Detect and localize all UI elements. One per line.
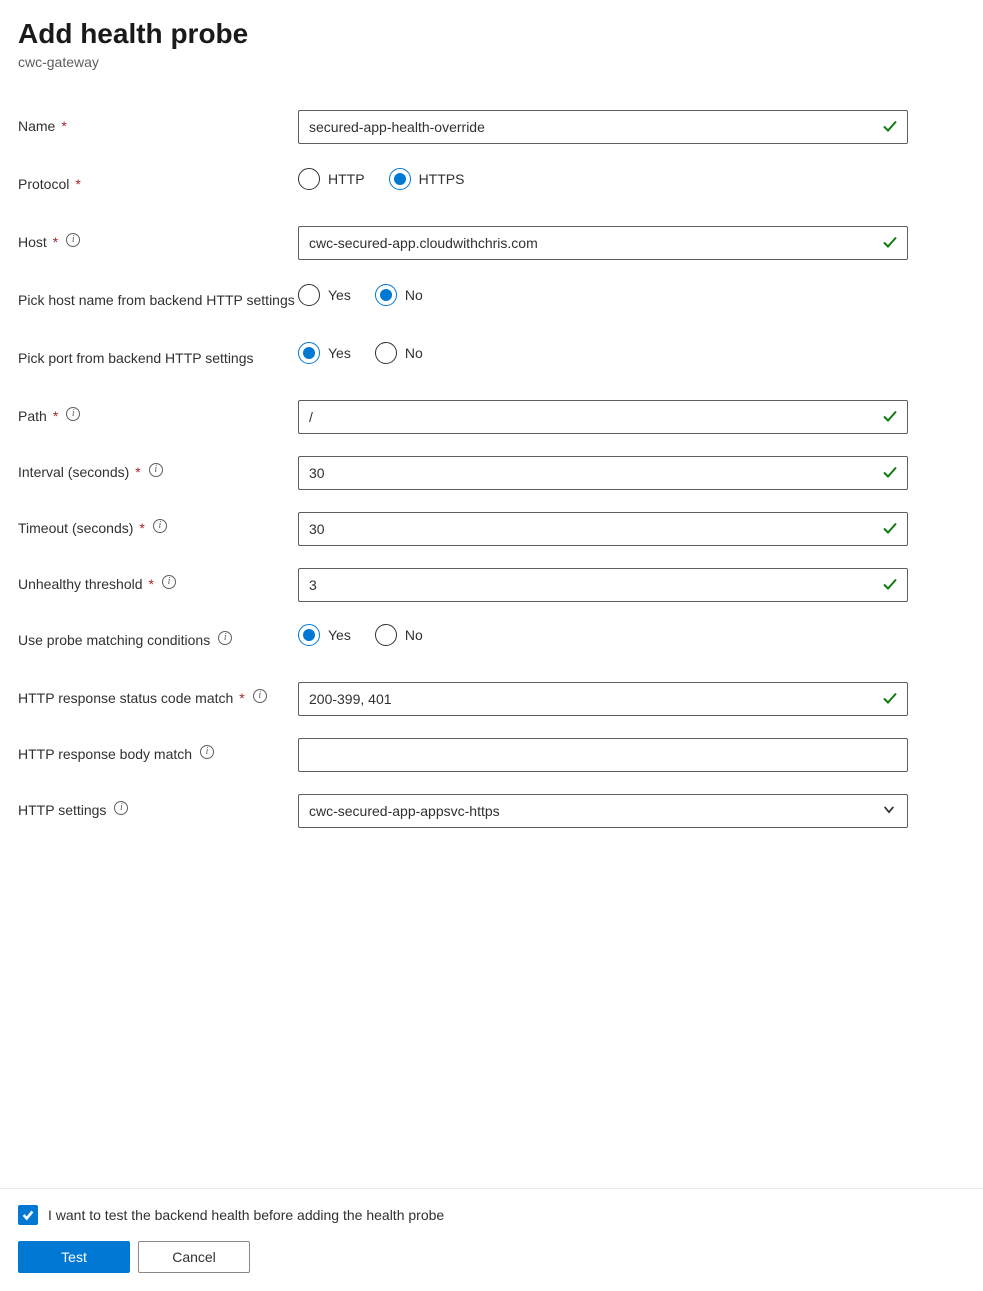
info-icon[interactable]: [253, 689, 267, 703]
label-name: Name*: [18, 110, 298, 136]
label-pick-port: Pick port from backend HTTP settings: [18, 342, 298, 368]
row-pick-host: Pick host name from backend HTTP setting…: [18, 284, 908, 320]
required-indicator: *: [53, 232, 58, 252]
required-indicator: *: [135, 462, 140, 482]
radio-icon: [298, 624, 320, 646]
pick-port-no-radio[interactable]: No: [375, 342, 423, 364]
required-indicator: *: [61, 116, 66, 136]
info-icon[interactable]: [114, 801, 128, 815]
label-unhealthy: Unhealthy threshold*: [18, 568, 298, 594]
row-body-match: HTTP response body match: [18, 738, 908, 774]
label-path: Path*: [18, 400, 298, 426]
form: Name* Protocol* HTTP HTTPS: [18, 110, 908, 830]
footer: I want to test the backend health before…: [0, 1188, 983, 1291]
test-checkbox-label: I want to test the backend health before…: [48, 1207, 444, 1223]
label-http-settings: HTTP settings: [18, 794, 298, 820]
label-host: Host*: [18, 226, 298, 252]
page-title: Add health probe: [18, 18, 965, 50]
row-pick-port: Pick port from backend HTTP settings Yes…: [18, 342, 908, 378]
row-interval: Interval (seconds)*: [18, 456, 908, 492]
required-indicator: *: [53, 406, 58, 426]
info-icon[interactable]: [66, 233, 80, 247]
status-code-match-input[interactable]: [298, 682, 908, 716]
pick-host-no-radio[interactable]: No: [375, 284, 423, 306]
row-path: Path*: [18, 400, 908, 436]
radio-icon: [298, 168, 320, 190]
label-protocol: Protocol*: [18, 168, 298, 194]
http-settings-select[interactable]: [298, 794, 908, 828]
row-use-probe-match: Use probe matching conditions Yes No: [18, 624, 908, 660]
label-interval: Interval (seconds)*: [18, 456, 298, 482]
page-subtitle: cwc-gateway: [18, 54, 965, 70]
row-status-code: HTTP response status code match*: [18, 682, 908, 718]
protocol-https-radio[interactable]: HTTPS: [389, 168, 465, 190]
row-name: Name*: [18, 110, 908, 146]
button-row: Test Cancel: [18, 1241, 965, 1273]
radio-icon: [298, 284, 320, 306]
radio-icon: [298, 342, 320, 364]
label-timeout: Timeout (seconds)*: [18, 512, 298, 538]
radio-icon: [375, 342, 397, 364]
test-button[interactable]: Test: [18, 1241, 130, 1273]
use-probe-match-radio-group: Yes No: [298, 624, 423, 646]
timeout-input[interactable]: [298, 512, 908, 546]
required-indicator: *: [139, 518, 144, 538]
row-timeout: Timeout (seconds)*: [18, 512, 908, 548]
interval-input[interactable]: [298, 456, 908, 490]
radio-icon: [389, 168, 411, 190]
radio-icon: [375, 624, 397, 646]
pick-port-yes-radio[interactable]: Yes: [298, 342, 351, 364]
info-icon[interactable]: [66, 407, 80, 421]
label-use-probe-match: Use probe matching conditions: [18, 624, 298, 650]
test-checkbox-row[interactable]: I want to test the backend health before…: [18, 1205, 965, 1225]
row-unhealthy: Unhealthy threshold*: [18, 568, 908, 604]
radio-icon: [375, 284, 397, 306]
use-probe-match-no-radio[interactable]: No: [375, 624, 423, 646]
label-status-code: HTTP response status code match*: [18, 682, 298, 708]
protocol-http-radio[interactable]: HTTP: [298, 168, 365, 190]
required-indicator: *: [149, 574, 154, 594]
info-icon[interactable]: [149, 463, 163, 477]
unhealthy-threshold-input[interactable]: [298, 568, 908, 602]
protocol-radio-group: HTTP HTTPS: [298, 168, 464, 190]
cancel-button[interactable]: Cancel: [138, 1241, 250, 1273]
checkbox-icon: [18, 1205, 38, 1225]
info-icon[interactable]: [218, 631, 232, 645]
row-http-settings: HTTP settings: [18, 794, 908, 830]
row-host: Host*: [18, 226, 908, 262]
pick-host-yes-radio[interactable]: Yes: [298, 284, 351, 306]
host-input[interactable]: [298, 226, 908, 260]
info-icon[interactable]: [153, 519, 167, 533]
required-indicator: *: [239, 688, 244, 708]
info-icon[interactable]: [200, 745, 214, 759]
use-probe-match-yes-radio[interactable]: Yes: [298, 624, 351, 646]
label-pick-host: Pick host name from backend HTTP setting…: [18, 284, 298, 310]
path-input[interactable]: [298, 400, 908, 434]
body-match-input[interactable]: [298, 738, 908, 772]
label-body-match: HTTP response body match: [18, 738, 298, 764]
pick-host-radio-group: Yes No: [298, 284, 423, 306]
page-header: Add health probe cwc-gateway: [18, 18, 965, 70]
row-protocol: Protocol* HTTP HTTPS: [18, 168, 908, 204]
pick-port-radio-group: Yes No: [298, 342, 423, 364]
info-icon[interactable]: [162, 575, 176, 589]
required-indicator: *: [75, 174, 80, 194]
name-input[interactable]: [298, 110, 908, 144]
